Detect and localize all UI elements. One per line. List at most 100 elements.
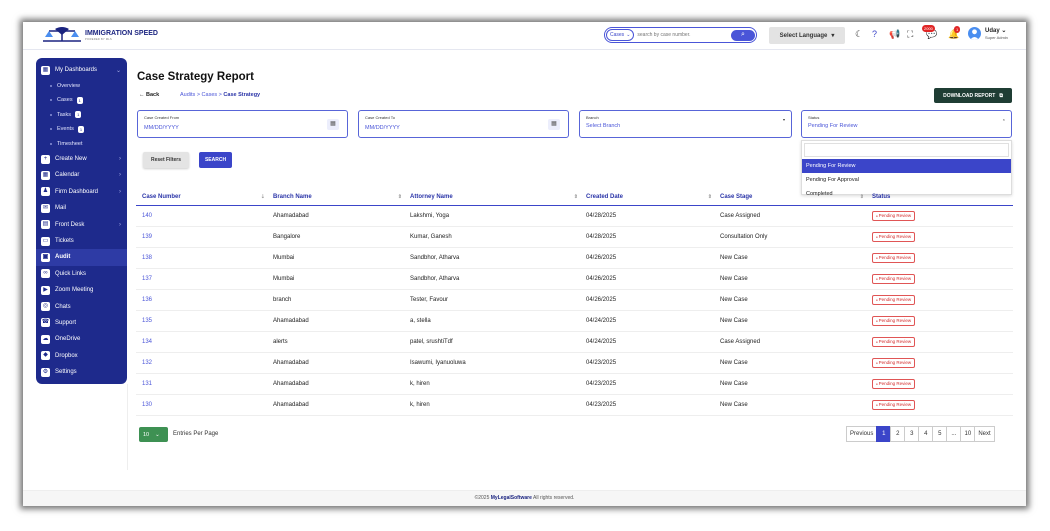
calendar-icon[interactable]: ▦: [327, 119, 339, 130]
table-row: 135 Ahamadabad a, stella 04/24/2025 New Case…: [136, 311, 1013, 332]
plus-icon: +: [41, 154, 50, 164]
megaphone-icon[interactable]: 📢: [889, 29, 900, 39]
cell-created-date: 04/24/2025: [586, 318, 617, 324]
status-select[interactable]: Status Pending For Review ×: [801, 110, 1012, 138]
search-input[interactable]: [637, 30, 724, 40]
search-button[interactable]: ⌕: [731, 29, 755, 41]
cell-case-stage: New Case: [720, 318, 748, 324]
breadcrumb-path[interactable]: Audits > Cases >: [180, 92, 223, 98]
reset-filters-button[interactable]: Reset Filters: [143, 152, 189, 168]
cell-status: ● Pending Review: [872, 295, 1013, 305]
sidebar-item-timesheet[interactable]: Timesheet: [36, 136, 127, 151]
cell-case-number[interactable]: 130: [136, 402, 273, 408]
col-branch-name[interactable]: Branch Name ⇕: [273, 194, 410, 200]
status-option[interactable]: Pending For Approval: [802, 173, 1011, 187]
search-scope-select[interactable]: Cases ⌄: [606, 29, 635, 41]
field-label: Status: [808, 115, 820, 120]
user-menu[interactable]: Uday ⌄ Super Admin: [968, 27, 1008, 40]
footer-brand-link[interactable]: MyLegalSoftware: [491, 495, 532, 501]
sidebar-item-calendar[interactable]: ▦ Calendar ›: [36, 167, 127, 183]
branch-select[interactable]: Branch Select Branch ▾: [579, 110, 792, 138]
entries-per-page-select[interactable]: 10 ⌄: [139, 427, 168, 442]
dropdown-search-input[interactable]: [804, 143, 1009, 157]
sort-icon[interactable]: ⇕: [860, 194, 864, 200]
sidebar-item-cases[interactable]: Cases 1: [36, 93, 127, 108]
download-report-button[interactable]: DOWNLOAD REPORT ⧉: [934, 88, 1012, 103]
page-4-button[interactable]: 4: [918, 426, 934, 442]
sidebar-item-quick-links[interactable]: ∞ Quick Links: [36, 266, 127, 282]
sort-icon[interactable]: ⇕: [398, 194, 402, 200]
sidebar-item-front-desk[interactable]: ▤ Front Desk ›: [36, 216, 127, 232]
sidebar-item-tasks[interactable]: Tasks 1: [36, 107, 127, 122]
fullscreen-icon[interactable]: ⛶: [907, 29, 913, 39]
cell-case-number[interactable]: 132: [136, 360, 273, 366]
back-link[interactable]: ← Back: [139, 92, 159, 98]
pagination: Previous 1 2 3 4 5... 10 Next: [846, 426, 995, 442]
col-status[interactable]: Status: [872, 194, 1013, 200]
bullet-icon: [50, 84, 52, 87]
sidebar-item-onedrive[interactable]: ☁ OneDrive: [36, 331, 127, 347]
status-option[interactable]: Pending For Review: [802, 159, 1011, 173]
calendar-icon[interactable]: ▦: [548, 119, 560, 130]
cell-attorney-name: a, stella: [410, 318, 431, 324]
page-2-button[interactable]: 2: [890, 426, 906, 442]
sidebar-item-support[interactable]: ☎ Support: [36, 315, 127, 331]
sort-icon[interactable]: ⇕: [574, 194, 578, 200]
cell-case-number[interactable]: 135: [136, 318, 273, 324]
status-badge: ● Pending Review: [872, 274, 916, 284]
sidebar: ▦ My Dashboards ⌄ Overview Cases 1 Tasks 1 Event…: [36, 58, 127, 384]
cell-case-number[interactable]: 136: [136, 297, 273, 303]
sidebar-item-label: Zoom Meeting: [55, 287, 94, 294]
page-1-button[interactable]: 1: [876, 426, 892, 442]
cell-case-number[interactable]: 137: [136, 276, 273, 282]
cell-status: ● Pending Review: [872, 253, 1013, 263]
dark-mode-icon[interactable]: ☾: [855, 29, 863, 39]
bullet-icon: [50, 113, 52, 116]
sidebar-item-mail[interactable]: ✉ Mail: [36, 200, 127, 216]
cell-case-number[interactable]: 138: [136, 255, 273, 261]
cell-case-number[interactable]: 134: [136, 339, 273, 345]
table-row: 138 Mumbai Sandbhor, Atharva 04/26/2025 New …: [136, 248, 1013, 269]
brand-logo[interactable]: IMMIGRATION SPEED POWERED BY MLS: [41, 26, 158, 44]
cloud-icon: ☁: [41, 334, 50, 344]
help-icon[interactable]: ?: [872, 29, 877, 39]
language-select[interactable]: Select Language ▾: [769, 27, 845, 44]
col-case-number[interactable]: Case Number ⇣: [136, 194, 273, 200]
sidebar-item-overview[interactable]: Overview: [36, 78, 127, 93]
prev-page-button[interactable]: Previous: [846, 426, 878, 442]
clear-icon[interactable]: ×: [1003, 117, 1005, 122]
sort-icon[interactable]: ⇣: [261, 194, 265, 200]
search-submit-button[interactable]: SEARCH: [199, 152, 232, 168]
col-created-date[interactable]: Created Date ⇕: [586, 194, 720, 200]
sidebar-item-chats[interactable]: ◎ Chats: [36, 298, 127, 314]
sidebar-item-settings[interactable]: ⚙ Settings: [36, 364, 127, 380]
sort-icon[interactable]: ⇕: [708, 194, 712, 200]
sidebar-item-audit[interactable]: ▣ Audit: [36, 249, 127, 266]
app-window: IMMIGRATION SPEED POWERED BY MLS Cases ⌄ …: [23, 22, 1026, 506]
sidebar-item-tickets[interactable]: ▭ Tickets: [36, 233, 127, 249]
cell-case-number[interactable]: 139: [136, 234, 273, 240]
case-created-to-field[interactable]: Case Created To MM/DD/YYYY ▦: [358, 110, 569, 138]
chevron-icon: ›: [119, 156, 121, 163]
sidebar-item-create-new[interactable]: + Create New ›: [36, 151, 127, 167]
col-attorney-name[interactable]: Attorney Name ⇕: [410, 194, 586, 200]
desk-icon: ▤: [41, 220, 50, 230]
next-page-button[interactable]: Next: [974, 426, 995, 442]
count-badge: 1: [77, 125, 85, 133]
sidebar-item-dropbox[interactable]: ◆ Dropbox: [36, 348, 127, 364]
cell-case-number[interactable]: 131: [136, 381, 273, 387]
page-5-button[interactable]: 5: [932, 426, 948, 442]
table-row: 130 Ahamadabad k, hiren 04/23/2025 New Case ●…: [136, 395, 1013, 416]
sidebar-item-my-dashboards[interactable]: ▦ My Dashboards ⌄: [36, 62, 127, 78]
sidebar-item-events[interactable]: Events 1: [36, 122, 127, 137]
chat-count-badge: 2000: [922, 25, 935, 32]
page-10-button[interactable]: 10: [960, 426, 976, 442]
sidebar-item-zoom-meeting[interactable]: ▶ Zoom Meeting: [36, 282, 127, 298]
sidebar-item-label: Tasks: [57, 111, 72, 118]
sidebar-item-firm-dashboard[interactable]: ♟ Firm Dashboard ›: [36, 184, 127, 200]
cell-case-number[interactable]: 140: [136, 213, 273, 219]
page-3-button[interactable]: 3: [904, 426, 920, 442]
case-created-from-field[interactable]: Case Created From MM/DD/YYYY ▦: [137, 110, 348, 138]
avatar: [968, 27, 981, 40]
col-case-stage[interactable]: Case Stage ⇕: [720, 194, 872, 200]
